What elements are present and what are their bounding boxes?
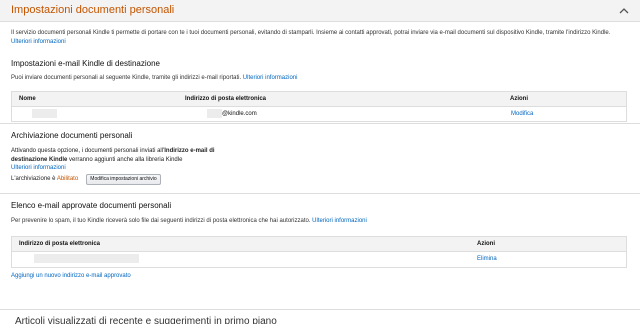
- column-header-actions: Azioni: [510, 96, 528, 102]
- edit-archive-settings-button[interactable]: Modifica impostazioni archivio: [86, 174, 161, 185]
- kindle-email-suffix: @kindle.com: [222, 111, 257, 117]
- email-section-title: Impostazioni e-mail Kindle di destinazio…: [11, 59, 160, 68]
- column-header-name: Nome: [19, 96, 36, 102]
- column-header-email: Indirizzo di posta elettronica: [19, 241, 101, 247]
- chevron-up-icon[interactable]: [618, 5, 630, 17]
- table-row: Elimina: [12, 252, 626, 267]
- section-divider: [0, 123, 640, 124]
- archive-text-before: Attivando questa opzione, i documenti pe…: [11, 148, 165, 154]
- delete-link[interactable]: Elimina: [477, 256, 497, 262]
- settings-panel-header[interactable]: Impostazioni documenti personali: [0, 0, 640, 22]
- approved-section-description: Per prevenire lo spam, il tuo Kindle ric…: [11, 218, 367, 224]
- approved-desc-text: Per prevenire lo spam, il tuo Kindle ric…: [11, 218, 311, 224]
- email-section-description: Puoi inviare documenti personali al segu…: [11, 75, 297, 81]
- archive-learn-more-link[interactable]: Ulteriori informazioni: [11, 165, 66, 171]
- intro-text: Il servizio documenti personali Kindle t…: [11, 29, 626, 47]
- recent-items-panel[interactable]: Articoli visualizzati di recente e sugge…: [0, 309, 640, 324]
- recent-items-panel-title: Articoli visualizzati di recente e sugge…: [15, 316, 277, 324]
- archive-text-after: verranno aggiunti anche alla libreria Ki…: [67, 156, 183, 163]
- archive-description: Attivando questa opzione, i documenti pe…: [11, 147, 236, 173]
- redacted-approved-email: [34, 254, 139, 263]
- archive-status: L'archiviazione è Abilitato: [11, 176, 78, 182]
- archive-status-label: L'archiviazione è: [11, 176, 57, 182]
- edit-link[interactable]: Modifica: [511, 111, 533, 117]
- redacted-email-user: [207, 109, 222, 118]
- archive-section-title: Archiviazione documenti personali: [11, 131, 133, 140]
- approved-learn-more-link[interactable]: Ulteriori informazioni: [312, 218, 367, 224]
- column-header-email: Indirizzo di posta elettronica: [185, 96, 267, 102]
- intro-description: Il servizio documenti personali Kindle t…: [11, 30, 611, 36]
- intro-learn-more-link[interactable]: Ulteriori informazioni: [11, 39, 66, 45]
- column-header-actions: Azioni: [477, 241, 495, 247]
- archive-status-value: Abilitato: [56, 176, 79, 182]
- table-header: Nome Indirizzo di posta elettronica Azio…: [12, 92, 626, 107]
- email-desc-text: Puoi inviare documenti personali al segu…: [11, 75, 242, 81]
- kindle-email-table: Nome Indirizzo di posta elettronica Azio…: [11, 91, 627, 122]
- table-row: @kindle.com Modifica: [12, 107, 626, 121]
- email-learn-more-link[interactable]: Ulteriori informazioni: [243, 75, 298, 81]
- panel-title: Impostazioni documenti personali: [11, 4, 175, 16]
- add-approved-email-link[interactable]: Aggiungi un nuovo indirizzo e-mail appro…: [11, 273, 131, 279]
- table-header: Indirizzo di posta elettronica Azioni: [12, 237, 626, 252]
- section-divider: [0, 193, 640, 194]
- approved-section-title: Elenco e-mail approvate documenti person…: [11, 201, 172, 210]
- approved-email-table: Indirizzo di posta elettronica Azioni El…: [11, 236, 627, 268]
- redacted-name: [32, 109, 57, 118]
